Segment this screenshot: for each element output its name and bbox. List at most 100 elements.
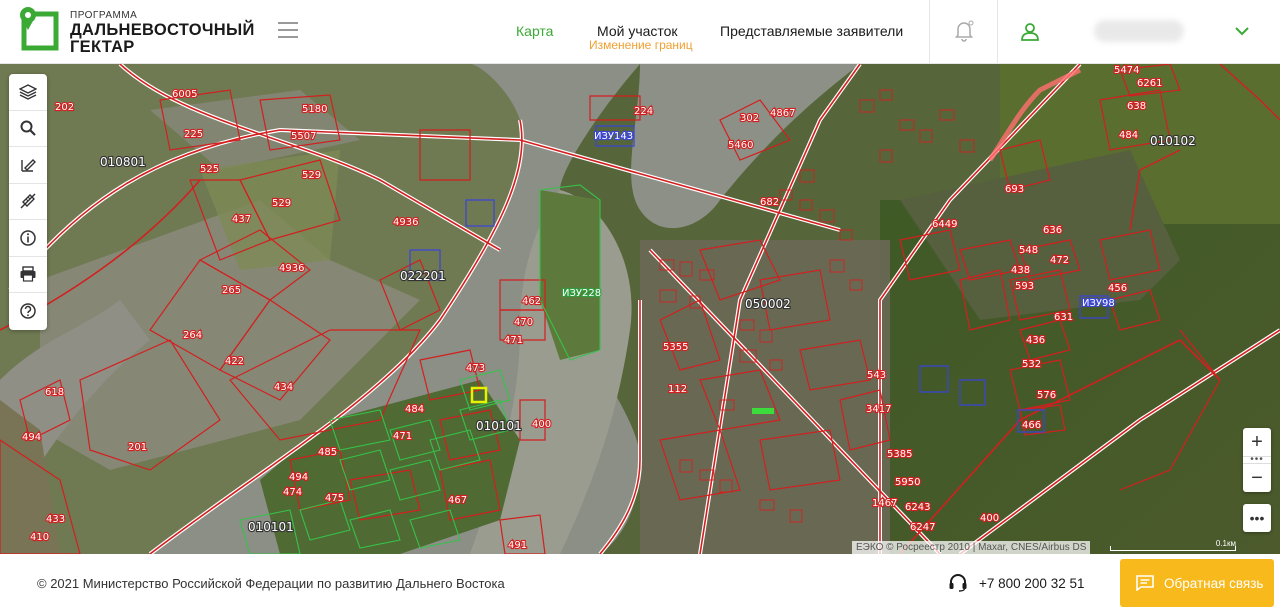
print-icon (20, 266, 36, 282)
parcel-label[interactable]: 302 (739, 112, 760, 125)
parcel-label[interactable]: 6005 (171, 88, 199, 101)
menu-icon[interactable] (278, 22, 298, 38)
parcel-label[interactable]: 4867 (769, 107, 797, 120)
parcel-label[interactable]: 6261 (1136, 77, 1164, 90)
phone-link[interactable]: +7 800 200 32 51 (979, 576, 1084, 591)
print-button[interactable] (9, 257, 47, 293)
bell-icon[interactable] (954, 20, 974, 42)
parcel-label[interactable]: 618 (44, 386, 65, 399)
map-attribution[interactable]: ЕЭКО © Росреестр 2010 | Maxar, CNES/Airb… (852, 541, 1091, 555)
parcel-label[interactable]: 472 (1049, 254, 1070, 267)
parcel-label[interactable]: 485 (317, 446, 338, 459)
parcel-label[interactable]: 471 (392, 430, 413, 443)
parcel-label[interactable]: 202 (54, 101, 75, 114)
parcel-label[interactable]: 265 (221, 284, 242, 297)
parcel-label[interactable]: 5950 (894, 476, 922, 489)
parcel-label[interactable]: 456 (1107, 282, 1128, 295)
scale-label: 0.1км (1215, 539, 1236, 548)
parcel-label[interactable]: 5474 (1113, 64, 1141, 77)
header-divider (929, 0, 930, 63)
parcel-label[interactable]: 473 (465, 362, 486, 375)
search-button[interactable] (9, 111, 47, 147)
parcel-label[interactable]: 494 (21, 431, 42, 444)
parcel-label[interactable]: 201 (127, 441, 148, 454)
parcel-label[interactable]: 3417 (865, 403, 893, 416)
parcel-label[interactable]: 422 (224, 355, 245, 368)
info-button[interactable] (9, 220, 47, 257)
parcel-label[interactable]: 529 (271, 197, 292, 210)
parcel-label[interactable]: 438 (1010, 264, 1031, 277)
nav-map[interactable]: Карта (516, 23, 553, 39)
parcel-label[interactable]: 462 (521, 295, 542, 308)
parcel-label[interactable]: 400 (531, 418, 552, 431)
parcel-label[interactable]: 5355 (662, 341, 690, 354)
user-name-blurred[interactable] (1094, 20, 1184, 42)
feedback-button[interactable]: Обратная связь (1120, 559, 1274, 607)
more-options-button[interactable]: ••• (1243, 504, 1271, 532)
parcel-label[interactable]: 467 (447, 494, 468, 507)
parcel-label[interactable]: 631 (1053, 311, 1074, 324)
parcel-label[interactable]: 4936 (278, 262, 306, 275)
parcel-label[interactable]: 470 (513, 316, 534, 329)
parcel-label[interactable]: 471 (503, 334, 524, 347)
user-icon[interactable] (1020, 22, 1040, 42)
parcel-label[interactable]: 225 (183, 128, 204, 141)
zone-label: ИЗУ143 (594, 131, 633, 142)
draw-button[interactable] (9, 147, 47, 184)
nav-my-plot[interactable]: Мой участок (597, 23, 678, 39)
edit-icon (21, 158, 36, 172)
header-divider (997, 0, 998, 63)
parcel-label[interactable]: 576 (1036, 389, 1057, 402)
parcel-label[interactable]: 5180 (301, 103, 329, 116)
zoom-slider-handle[interactable]: ••• (1243, 455, 1271, 465)
parcel-label[interactable]: 494 (288, 471, 309, 484)
parcel-label[interactable]: 466 (1021, 419, 1042, 432)
parcel-label[interactable]: 636 (1042, 224, 1063, 237)
layers-button[interactable] (9, 74, 47, 111)
parcel-label[interactable]: 410 (29, 531, 50, 544)
parcel-label[interactable]: 112 (667, 383, 688, 396)
parcel-label[interactable]: 5385 (886, 448, 914, 461)
measure-button[interactable] (9, 184, 47, 220)
parcel-label[interactable]: 593 (1014, 280, 1035, 293)
parcel-label[interactable]: 543 (866, 369, 887, 382)
map-canvas[interactable]: 010801 050002 010102 010101 010101 02220… (0, 64, 1280, 554)
parcel-label[interactable]: 4936 (392, 216, 420, 229)
parcel-label[interactable]: 5460 (727, 139, 755, 152)
parcel-label[interactable]: 529 (301, 169, 322, 182)
parcel-label[interactable]: 264 (182, 329, 203, 342)
parcel-label[interactable]: 484 (404, 403, 425, 416)
parcel-label[interactable]: 5507 (290, 130, 318, 143)
zoom-in-button[interactable]: + (1243, 428, 1271, 456)
parcel-label[interactable]: 400 (979, 512, 1000, 525)
parcel-label[interactable]: 484 (1118, 129, 1139, 142)
parcel-label[interactable]: 548 (1018, 244, 1039, 257)
nav-my-plot-subtitle[interactable]: Изменение границ (589, 38, 693, 52)
parcel-label[interactable]: 1467 (871, 497, 899, 510)
parcel-label[interactable]: 491 (507, 539, 528, 552)
parcel-label[interactable]: 434 (273, 381, 294, 394)
parcel-label[interactable]: 6243 (904, 501, 932, 514)
parcel-label[interactable]: 433 (45, 513, 66, 526)
parcel-label[interactable]: 437 (231, 213, 252, 226)
parcel-label[interactable]: 474 (282, 486, 303, 499)
parcel-label[interactable]: 532 (1021, 358, 1042, 371)
parcel-label[interactable]: 525 (199, 163, 220, 176)
parcel-label[interactable]: 6247 (909, 521, 937, 534)
zone-label: ИЗУ98 (1082, 298, 1115, 309)
parcel-label[interactable]: 693 (1004, 183, 1025, 196)
parcel-label[interactable]: 475 (324, 492, 345, 505)
parcel-label[interactable]: 224 (633, 105, 654, 118)
chat-icon (1136, 575, 1154, 591)
logo[interactable]: ПРОГРАММА ДАЛЬНЕВОСТОЧНЫЙ ГЕКТАР (18, 6, 268, 56)
parcel-label[interactable]: 638 (1126, 100, 1147, 113)
chevron-down-icon[interactable] (1235, 26, 1249, 36)
nav-applicants[interactable]: Представляемые заявители (720, 23, 903, 39)
satellite-map[interactable]: 010801 050002 010102 010101 010101 02220… (0, 64, 1280, 554)
parcel-label[interactable]: 682 (759, 196, 780, 209)
zoom-out-button[interactable]: − (1243, 464, 1271, 492)
parcel-label[interactable]: 436 (1025, 334, 1046, 347)
parcel-label[interactable]: 6449 (931, 218, 959, 231)
help-button[interactable] (9, 293, 47, 330)
search-icon (20, 120, 36, 137)
